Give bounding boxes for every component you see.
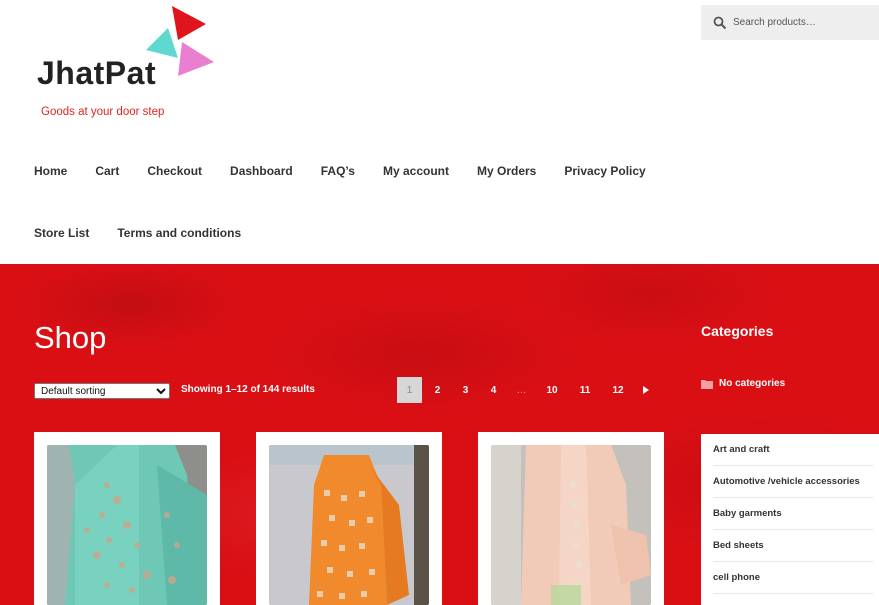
pagination: 1 2 3 4 … 10 11 12: [397, 377, 656, 403]
search-box[interactable]: [701, 5, 879, 40]
nav-cart[interactable]: Cart: [95, 164, 119, 178]
page-link[interactable]: 3: [453, 377, 478, 403]
nav-my-account[interactable]: My account: [383, 164, 449, 178]
nav-my-orders[interactable]: My Orders: [477, 164, 536, 178]
chevron-right-icon[interactable]: [636, 377, 656, 403]
product-image[interactable]: [269, 445, 429, 605]
site-logo[interactable]: JhatPat Goods at your door step: [34, 6, 224, 126]
categories-title: Categories: [701, 323, 774, 339]
product-image[interactable]: [47, 445, 207, 605]
no-categories-label: No categories: [719, 378, 786, 389]
logo-tagline: Goods at your door step: [41, 106, 165, 118]
nav-faq[interactable]: FAQ’s: [321, 164, 355, 178]
page-link[interactable]: 4: [481, 377, 506, 403]
product-card[interactable]: [478, 432, 664, 605]
product-card[interactable]: [34, 432, 220, 605]
page-ellipsis: …: [516, 384, 527, 396]
nav-dashboard[interactable]: Dashboard: [230, 164, 293, 178]
search-icon: [713, 16, 727, 29]
category-item[interactable]: cell phone: [713, 562, 873, 594]
sort-select[interactable]: Default sorting: [34, 383, 170, 399]
logo-wordmark: JhatPat: [37, 55, 157, 91]
page-link[interactable]: 12: [603, 377, 633, 403]
folder-icon: [701, 379, 713, 389]
category-item[interactable]: Automotive /vehicle accessories: [713, 466, 873, 498]
page-current: 1: [397, 377, 422, 403]
search-input[interactable]: [733, 17, 873, 28]
product-image[interactable]: [491, 445, 651, 605]
category-item[interactable]: Art and craft: [713, 434, 873, 466]
page-link[interactable]: 2: [425, 377, 450, 403]
category-list: Art and craft Automotive /vehicle access…: [701, 434, 879, 605]
nav-store-list[interactable]: Store List: [34, 226, 89, 240]
nav-checkout[interactable]: Checkout: [147, 164, 202, 178]
no-categories: No categories: [701, 378, 785, 389]
page-title: Shop: [34, 320, 107, 355]
nav-home[interactable]: Home: [34, 164, 67, 178]
page-link[interactable]: 10: [537, 377, 567, 403]
nav-privacy-policy[interactable]: Privacy Policy: [564, 164, 645, 178]
primary-navigation: Home Cart Checkout Dashboard FAQ’s My ac…: [34, 160, 674, 244]
category-item[interactable]: Baby garments: [713, 498, 873, 530]
page-link[interactable]: 11: [570, 377, 600, 403]
product-card[interactable]: [256, 432, 442, 605]
result-count: Showing 1–12 of 144 results: [181, 384, 315, 395]
category-item[interactable]: Bed sheets: [713, 530, 873, 562]
nav-terms[interactable]: Terms and conditions: [117, 226, 241, 240]
